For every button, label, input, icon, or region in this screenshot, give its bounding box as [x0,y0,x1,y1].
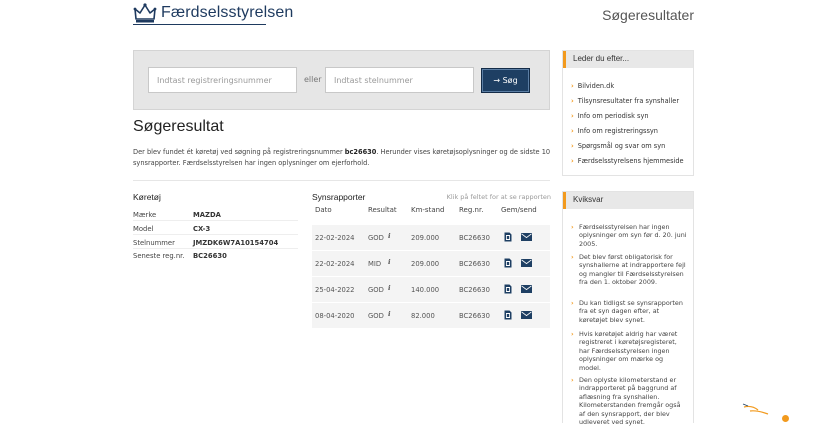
result-title: Søgeresultat [133,118,224,135]
column-header-reg: Reg.nr. [459,206,484,214]
pdf-icon[interactable] [504,258,512,268]
mail-icon[interactable] [521,233,532,241]
list-item: Den oplyste kilometerstand er indrapport… [571,376,687,426]
logo-text: Færdselsstyrelsen [161,4,294,21]
column-header-result: Resultat [368,206,397,214]
search-panel: eller → Søg [133,50,550,110]
looking-for-box: Leder du efter... Bilviden.dk Tilsynsres… [562,50,694,176]
quick-answers-box: Kviksvar Færdselsstyrelsen har ingen opl… [562,191,694,426]
list-item: Du kan tidligst se synsrapporten fra et … [571,299,687,324]
pdf-icon[interactable] [504,284,512,294]
result-intro: Der blev fundet ét køretøj ved søgning p… [133,148,551,167]
table-row[interactable]: 08-04-2020 GOD i 82.000 BC26630 [312,303,550,329]
list-item: Hvis køretøjet aldrig har været registre… [571,330,687,372]
column-header-km: Km-stand [411,206,445,214]
mail-icon[interactable] [521,311,532,319]
reports-hint: Klik på feltet for at se rapporten [446,193,551,201]
sidebar-link-homepage[interactable]: Færdselsstyrelsens hjemmeside [571,157,684,165]
pdf-icon[interactable] [504,232,512,242]
sidebar-link-faq[interactable]: Spørgsmål og svar om syn [571,142,666,150]
search-button[interactable]: → Søg [481,68,530,93]
info-icon[interactable]: i [388,258,391,266]
vehicle-heading: Køretøj [133,192,161,202]
registration-number-input[interactable] [148,67,297,93]
list-item: Det blev først obligatorisk for synshall… [571,253,687,287]
divider [133,248,298,249]
crown-icon [133,3,157,23]
logo-underline [133,24,266,25]
sidebar-link-tilsynsresultater[interactable]: Tilsynsresultater fra synshaller [571,97,679,105]
sidebar-link-registreringssyn[interactable]: Info om registreringssyn [571,127,658,135]
info-icon[interactable]: i [388,284,391,292]
mail-icon[interactable] [521,285,532,293]
pdf-icon[interactable] [504,310,512,320]
column-header-date: Dato [315,206,332,214]
brand-logo[interactable]: Færdselsstyrelsen [133,2,293,24]
or-label: eller [304,75,322,84]
reports-heading: Synsrapporter [312,192,366,202]
divider [133,220,298,221]
sidebar-link-periodisk-syn[interactable]: Info om periodisk syn [571,112,649,120]
table-row[interactable]: 25-04-2022 GOD i 140.000 BC26630 [312,277,550,303]
quick-answers-heading: Kviksvar [563,192,693,209]
table-row[interactable]: 22-02-2024 GOD i 209.000 BC26630 [312,225,550,251]
table-row[interactable]: 22-02-2024 MID i 209.000 BC26630 [312,251,550,277]
decorative-swoosh-icon [742,403,769,415]
list-item: Færdselsstyrelsen har ingen oplysninger … [571,223,687,248]
searched-reg-number: bc26630 [344,148,377,156]
divider [133,180,550,181]
divider [133,234,298,235]
chat-widget-icon[interactable] [782,415,789,422]
page-header-title: Søgeresultater [602,7,694,23]
sidebar-link-bilviden[interactable]: Bilviden.dk [571,82,614,90]
info-icon[interactable]: i [388,310,391,318]
chassis-number-input[interactable] [325,67,474,93]
mail-icon[interactable] [521,259,532,267]
looking-for-heading: Leder du efter... [563,51,693,68]
column-header-save-send: Gem/send [501,206,537,214]
info-icon[interactable]: i [388,232,391,240]
